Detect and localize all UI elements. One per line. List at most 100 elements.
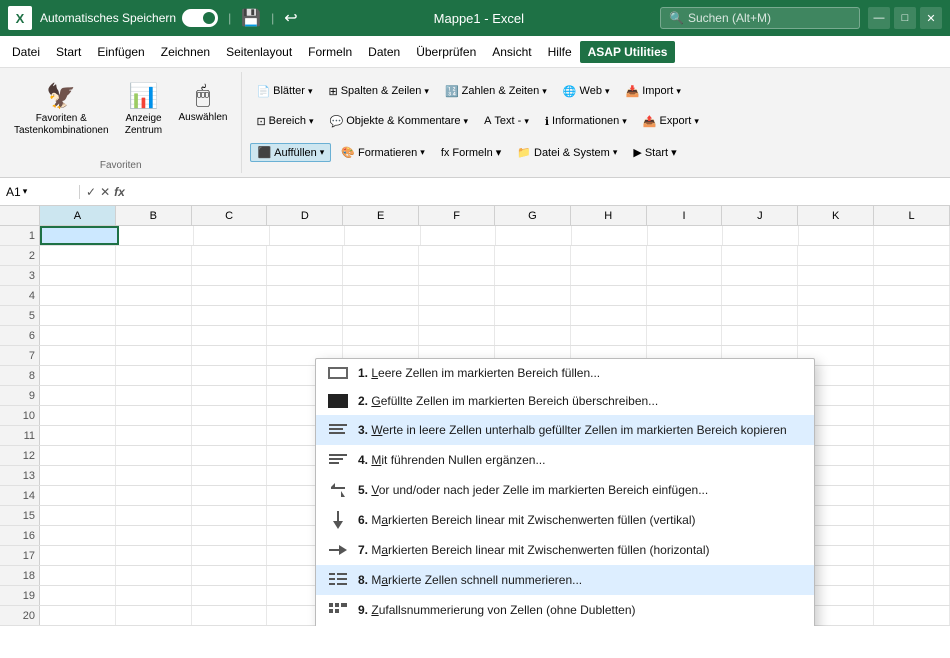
formeln-label: Formeln ▾ [452, 146, 501, 159]
item-3-icon [328, 420, 348, 440]
formula-checkmark[interactable]: ✓ [86, 185, 96, 199]
ribbon-zahlen[interactable]: 🔢 Zahlen & Zeiten ▾ [439, 83, 553, 100]
cell-ref: A1 [6, 185, 21, 199]
item-9-text: 9. Zufallsnummerierung von Zellen (ohne … [358, 603, 636, 617]
text-label: Text - [494, 115, 521, 127]
ribbon-spalten[interactable]: ⊞ Spalten & Zeilen ▾ [322, 83, 434, 100]
menu-asap[interactable]: ASAP Utilities [580, 41, 676, 63]
auswaehlen-label: Auswählen [179, 112, 228, 123]
informationen-icon: ℹ [545, 115, 549, 128]
ribbon-export[interactable]: 📤 Export ▾ [637, 113, 705, 130]
ribbon-btn-favoriten[interactable]: 🦅 Favoriten &Tastenkombinationen [8, 78, 115, 141]
cell-a1[interactable] [40, 226, 119, 245]
dropdown-item-5[interactable]: 5. Vor und/oder nach jeder Zelle im mark… [316, 475, 814, 505]
zahlen-icon: 🔢 [445, 85, 459, 98]
col-header-f: F [419, 206, 495, 225]
dropdown-item-8[interactable]: 8. Markierte Zellen schnell nummerieren.… [316, 565, 814, 595]
dropdown-item-3[interactable]: 3. Werte in leere Zellen unterhalb gefül… [316, 415, 814, 445]
ribbon-text[interactable]: A Text - ▾ [478, 113, 535, 129]
close-button[interactable]: ✕ [920, 7, 942, 29]
search-box[interactable]: 🔍 Suchen (Alt+M) [660, 7, 860, 29]
datei-arrow: ▾ [613, 147, 618, 158]
dropdown-item-1[interactable]: 1. Leere Zellen im markierten Bereich fü… [316, 359, 814, 387]
row-num-13: 13 [0, 466, 40, 485]
menu-ansicht[interactable]: Ansicht [484, 41, 539, 63]
dropdown-item-2[interactable]: 2. Gefüllte Zellen im markierten Bereich… [316, 387, 814, 415]
blaetter-arrow: ▾ [308, 86, 313, 97]
ribbon-import[interactable]: 📥 Import ▾ [619, 83, 686, 100]
favoriten-icon: 🦅 [46, 82, 76, 111]
dropdown-item-9[interactable]: 9. Zufallsnummerierung von Zellen (ohne … [316, 595, 814, 625]
cell-d1[interactable] [270, 226, 346, 245]
autosave-label: Automatisches Speichern [40, 11, 176, 25]
autosave-section: Automatisches Speichern [40, 9, 218, 27]
cell-k1[interactable] [799, 226, 875, 245]
menu-start[interactable]: Start [48, 41, 89, 63]
cell-l1[interactable] [874, 226, 950, 245]
ribbon-informationen[interactable]: ℹ Informationen ▾ [539, 113, 633, 130]
search-icon: 🔍 [669, 11, 684, 25]
datei-icon: 📁 [517, 146, 531, 159]
ribbon-bereich[interactable]: ⊡ Bereich ▾ [250, 113, 319, 130]
export-arrow: ▾ [694, 116, 699, 127]
col-header-b: B [116, 206, 192, 225]
ribbon-blaetter[interactable]: 📄 Blätter ▾ [250, 83, 318, 100]
menu-zeichnen[interactable]: Zeichnen [153, 41, 218, 63]
col-header-l: L [874, 206, 950, 225]
menu-einfuegen[interactable]: Einfügen [89, 41, 152, 63]
favoriten-label: Favoriten &Tastenkombinationen [14, 113, 109, 137]
minimize-button[interactable]: — [868, 7, 890, 29]
col-header-e: E [343, 206, 419, 225]
dropdown-item-6[interactable]: 6. Markierten Bereich linear mit Zwische… [316, 505, 814, 535]
cell-g1[interactable] [496, 226, 572, 245]
menu-ueberpruefen[interactable]: Überprüfen [408, 41, 484, 63]
menu-formeln[interactable]: Formeln [300, 41, 360, 63]
cell-j1[interactable] [723, 226, 799, 245]
cell-c1[interactable] [194, 226, 270, 245]
cell-i1[interactable] [648, 226, 724, 245]
dropdown-item-7[interactable]: 7. Markierten Bereich linear mit Zwische… [316, 535, 814, 565]
item-9-icon [328, 600, 348, 620]
ribbon-start[interactable]: ▶ Start ▾ [627, 144, 682, 161]
spreadsheet-container: A B C D E F G H I J K L 1 2 3 4 [0, 206, 950, 626]
ribbon-formeln[interactable]: fx Formeln ▾ [435, 144, 507, 161]
menu-datei[interactable]: Datei [4, 41, 48, 63]
import-arrow: ▾ [676, 86, 681, 97]
col-header-i: I [647, 206, 723, 225]
row-num-12: 12 [0, 446, 40, 465]
cell-f1[interactable] [421, 226, 497, 245]
autosave-toggle[interactable] [182, 9, 218, 27]
table-row: 5 [0, 306, 950, 326]
ribbon-web[interactable]: 🌐 Web ▾ [557, 83, 616, 100]
import-label: Import [642, 85, 673, 97]
menu-hilfe[interactable]: Hilfe [540, 41, 580, 63]
cell-h1[interactable] [572, 226, 648, 245]
cell-ref-box[interactable]: A1 ▾ [0, 185, 80, 199]
formula-cancel[interactable]: ✕ [100, 185, 110, 199]
ribbon-datei[interactable]: 📁 Datei & System ▾ [511, 144, 623, 161]
cell-e1[interactable] [345, 226, 421, 245]
save-icon[interactable]: 💾 [241, 8, 261, 28]
ribbon-auffuellen[interactable]: ⬛ Auffüllen ▾ [250, 143, 331, 162]
col-header-g: G [495, 206, 571, 225]
undo-icon[interactable]: ↩ [284, 8, 297, 28]
table-row: 2 [0, 246, 950, 266]
ribbon-btn-auswaehlen[interactable]: 🖱 Auswählen [173, 78, 234, 127]
ribbon-group-favoriten: 🦅 Favoriten &Tastenkombinationen 📊 Anzei… [0, 72, 242, 173]
dropdown-item-10[interactable]: 10. Aktuelles Datum und Zeit einschließl… [316, 625, 814, 626]
cell-b1[interactable] [119, 226, 195, 245]
auswaehlen-icon: 🖱 [196, 82, 210, 110]
item-5-text: 5. Vor und/oder nach jeder Zelle im mark… [358, 483, 708, 497]
col-header-j: J [722, 206, 798, 225]
formula-fx[interactable]: fx [114, 185, 125, 199]
item-2-icon [328, 394, 348, 408]
item-5-icon [328, 480, 348, 500]
dropdown-item-4[interactable]: 4. Mit führenden Nullen ergänzen... [316, 445, 814, 475]
maximize-button[interactable]: □ [894, 7, 916, 29]
ribbon-objekte[interactable]: 💬 Objekte & Kommentare ▾ [323, 113, 474, 130]
ribbon-formatieren[interactable]: 🎨 Formatieren ▾ [335, 144, 431, 161]
menu-daten[interactable]: Daten [360, 41, 408, 63]
auffuellen-dropdown-menu: 1. Leere Zellen im markierten Bereich fü… [315, 358, 815, 626]
ribbon-btn-anzeige[interactable]: 📊 AnzeigeZentrum [119, 78, 169, 141]
menu-seitenlayout[interactable]: Seitenlayout [218, 41, 300, 63]
